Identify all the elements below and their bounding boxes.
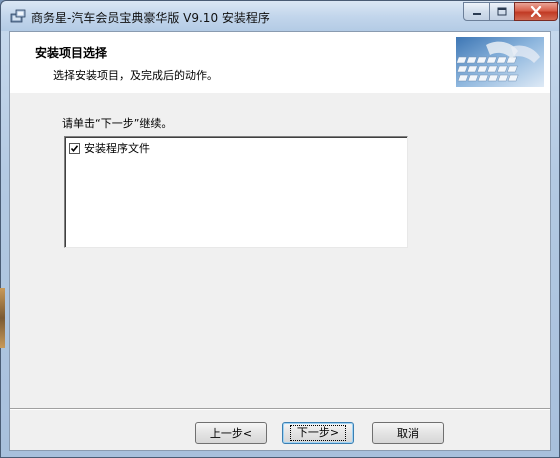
minimize-icon (472, 12, 481, 15)
maximize-icon (497, 7, 507, 16)
maximize-button[interactable] (489, 2, 515, 21)
minimize-button[interactable] (463, 2, 490, 21)
title-bar[interactable]: 商务星-汽车会员宝典豪华版 V9.10 安装程序 (1, 1, 559, 31)
window-title: 商务星-汽车会员宝典豪华版 V9.10 安装程序 (31, 11, 270, 25)
footer-divider (10, 408, 550, 410)
components-listbox[interactable]: 安装程序文件 (64, 136, 408, 248)
next-button[interactable]: 下一步> (282, 422, 354, 444)
checkmark-icon (70, 144, 79, 152)
cancel-button[interactable]: 取消 (372, 422, 444, 444)
page-subtitle: 选择安装项目，及完成后的动作。 (53, 69, 218, 82)
back-button[interactable]: 上一步< (195, 422, 267, 444)
component-item-program-files[interactable]: 安装程序文件 (69, 140, 150, 156)
installer-window: 商务星-汽车会员宝典豪华版 V9.10 安装程序 安装项目选择 选择安装项目，及… (0, 0, 560, 458)
instruction-text: 请单击“下一步”继续。 (62, 117, 173, 130)
wizard-header: 安装项目选择 选择安装项目，及完成后的动作。 (10, 32, 550, 93)
header-divider (10, 92, 550, 93)
close-icon (530, 6, 542, 17)
keyboard-banner-image (456, 37, 544, 87)
background-window-edge (0, 288, 5, 348)
next-button-label: 下一步> (289, 425, 347, 441)
component-checkbox[interactable] (69, 142, 80, 154)
installer-app-icon (10, 9, 26, 23)
page-title: 安装项目选择 (35, 46, 108, 60)
close-button[interactable] (514, 2, 558, 21)
wizard-client-area: 安装项目选择 选择安装项目，及完成后的动作。 请单击“下一步”继续。 安装程序文… (9, 31, 551, 451)
component-label: 安装程序文件 (84, 142, 150, 155)
